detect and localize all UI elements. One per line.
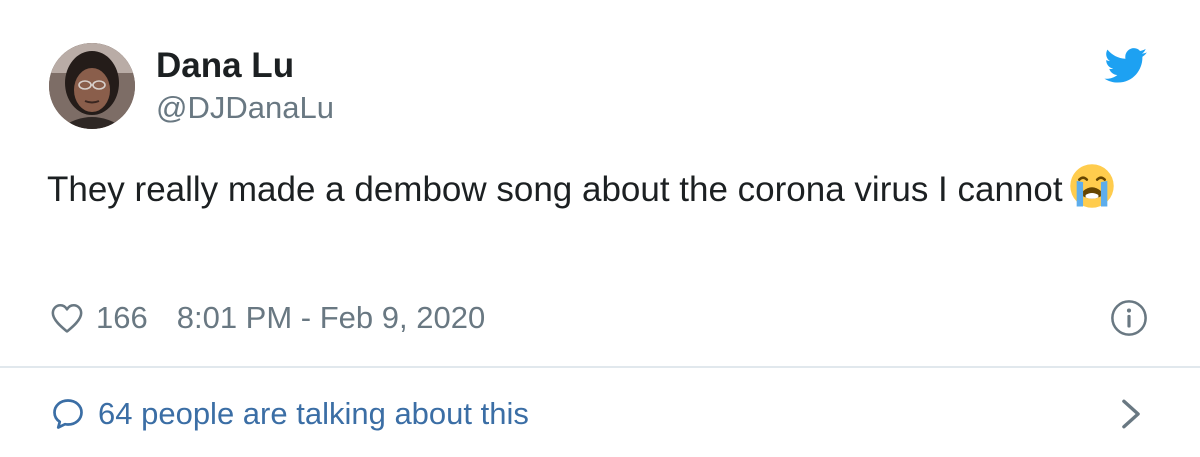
like-count: 166 [96,300,148,335]
tweet-text: They really made a dembow song about the… [47,170,1063,209]
twitter-bird-icon[interactable] [1104,48,1148,84]
chevron-right-icon[interactable] [1118,397,1144,431]
divider [0,366,1200,368]
user-avatar-photo [49,43,135,129]
tweet-meta: 166 8:01 PM - Feb 9, 2020 [50,298,485,338]
heart-icon [51,303,83,333]
conversation-label: 64 people are talking about this [98,396,529,431]
tweet-card: Dana Lu @DJDanaLu They really made a dem… [0,0,1200,457]
avatar[interactable] [49,43,135,129]
tweet-timestamp[interactable]: 8:01 PM - Feb 9, 2020 [177,300,485,336]
author-display-name[interactable]: Dana Lu [156,45,294,87]
tweet-body: They really made a dembow song about the… [47,163,1127,216]
loudly-crying-face-emoji [1069,164,1114,208]
conversation-link[interactable]: 64 people are talking about this [50,392,529,436]
speech-bubble-icon [53,399,83,429]
info-icon[interactable] [1110,299,1148,337]
like-button[interactable]: 166 [50,300,148,336]
author-handle[interactable]: @DJDanaLu [156,89,334,127]
